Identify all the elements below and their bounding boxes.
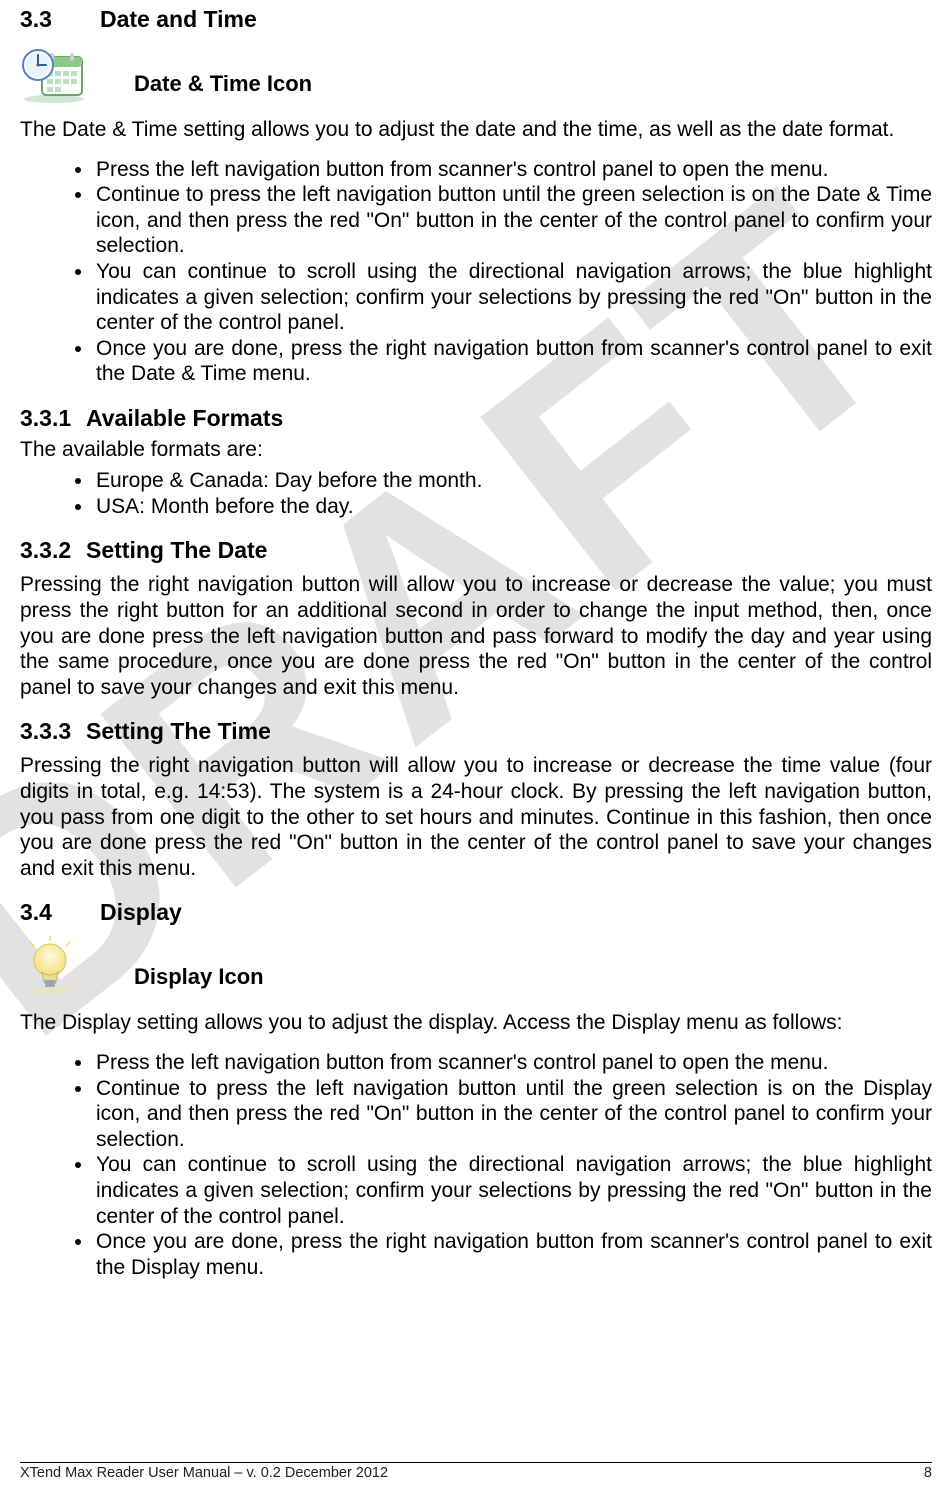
heading-num: 3.3.2 — [20, 537, 86, 564]
heading-title: Date and Time — [100, 6, 257, 32]
heading-3-3-1: 3.3.1Available Formats — [20, 405, 932, 432]
list-item: Press the left navigation button from sc… — [94, 157, 932, 183]
list-item: USA: Month before the day. — [94, 494, 932, 520]
calendar-clock-icon — [20, 43, 88, 103]
footer-page-number: 8 — [924, 1465, 932, 1481]
heading-num: 3.3 — [20, 6, 100, 33]
list-item: Europe & Canada: Day before the month. — [94, 468, 932, 494]
list-item: Continue to press the left navigation bu… — [94, 182, 932, 259]
heading-3-3-2: 3.3.2Setting The Date — [20, 537, 932, 564]
heading-3-4: 3.4Display — [20, 899, 932, 926]
list-item: Press the left navigation button from sc… — [94, 1050, 932, 1076]
lead-text: The available formats are: — [20, 438, 932, 462]
lightbulb-icon — [20, 936, 88, 996]
page-footer: XTend Max Reader User Manual – v. 0.2 De… — [20, 1462, 932, 1481]
list-item: You can continue to scroll using the dir… — [94, 1152, 932, 1229]
bullet-list: Press the left navigation button from sc… — [20, 1050, 932, 1280]
heading-3-3-3: 3.3.3Setting The Time — [20, 718, 932, 745]
list-item: Once you are done, press the right navig… — [94, 1229, 932, 1280]
heading-title: Display — [100, 899, 182, 925]
bullet-list: Europe & Canada: Day before the month. U… — [20, 468, 932, 519]
list-item: You can continue to scroll using the dir… — [94, 259, 932, 336]
heading-num: 3.4 — [20, 899, 100, 926]
list-item: Once you are done, press the right navig… — [94, 336, 932, 387]
icon-label: Date & Time Icon — [134, 71, 312, 97]
footer-left: XTend Max Reader User Manual – v. 0.2 De… — [20, 1465, 388, 1481]
heading-title: Setting The Date — [86, 537, 267, 563]
heading-num: 3.3.3 — [20, 718, 86, 745]
list-item: Continue to press the left navigation bu… — [94, 1076, 932, 1153]
section-intro: The Date & Time setting allows you to ad… — [20, 117, 932, 143]
icon-label: Display Icon — [134, 964, 264, 990]
heading-title: Setting The Time — [86, 718, 271, 744]
heading-title: Available Formats — [86, 405, 283, 431]
heading-num: 3.3.1 — [20, 405, 86, 432]
bullet-list: Press the left navigation button from sc… — [20, 157, 932, 387]
heading-3-3: 3.3Date and Time — [20, 6, 932, 33]
body-text: Pressing the right navigation button wil… — [20, 572, 932, 700]
body-text: Pressing the right navigation button wil… — [20, 753, 932, 881]
section-intro: The Display setting allows you to adjust… — [20, 1010, 932, 1036]
